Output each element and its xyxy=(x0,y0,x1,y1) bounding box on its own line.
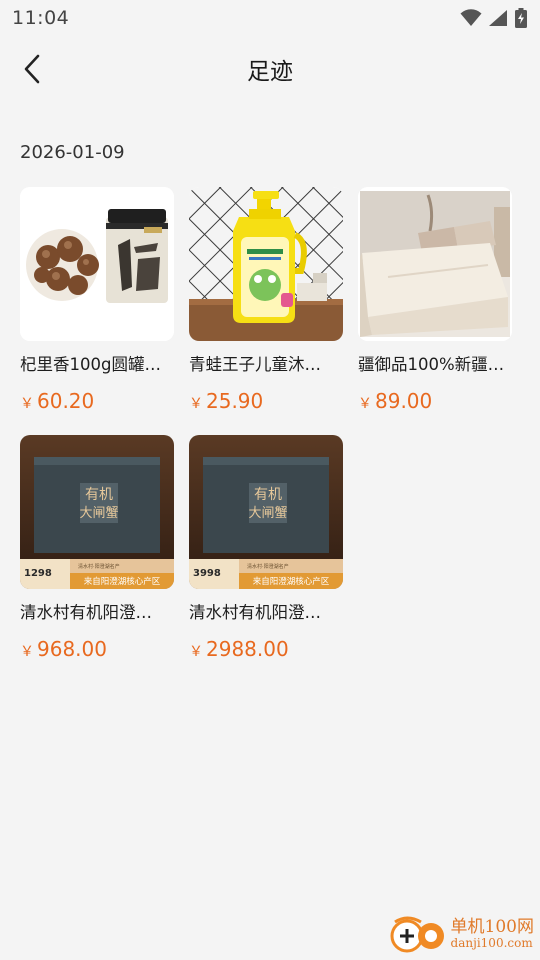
svg-text:有机: 有机 xyxy=(85,487,113,503)
product-name: 疆御品100%新疆… xyxy=(358,355,505,374)
nav-bar: 足迹 xyxy=(0,36,540,102)
chevron-left-icon xyxy=(24,54,40,84)
product-image xyxy=(358,187,512,341)
product-name: 清水村有机阳澄… xyxy=(189,603,321,622)
thumb-sub-line: 清水村·阳澄湖名产 xyxy=(247,563,289,570)
thumb-tag-price: 1298 xyxy=(24,568,52,579)
product-card[interactable]: 疆御品100%新疆… ￥ 89.00 xyxy=(358,187,512,435)
currency-symbol: ￥ xyxy=(20,644,34,660)
thumb-sub-line: 清水村·阳澄湖名产 xyxy=(78,563,120,570)
status-icons xyxy=(460,8,528,28)
price-value: 60.20 xyxy=(37,389,95,413)
currency-symbol: ￥ xyxy=(358,396,372,412)
product-price: ￥ 89.00 xyxy=(358,389,512,413)
svg-text:大闸蟹: 大闸蟹 xyxy=(79,506,118,521)
date-label: 2026-01-09 xyxy=(20,142,125,163)
page-title: 足迹 xyxy=(247,59,293,85)
product-image: 有机 大闸蟹 1298 清水村·阳澄湖名产 来自阳澄湖核心产区 xyxy=(20,435,174,589)
currency-symbol: ￥ xyxy=(189,644,203,660)
product-image xyxy=(20,187,174,341)
watermark: 单机100网 danji100.com xyxy=(387,912,534,956)
watermark-url: danji100.com xyxy=(450,935,533,950)
product-image xyxy=(189,187,343,341)
product-price: ￥ 60.20 xyxy=(20,389,174,413)
product-name: 青蛙王子儿童沐… xyxy=(189,355,321,374)
cellular-signal-icon xyxy=(489,10,507,26)
svg-text:大闸蟹: 大闸蟹 xyxy=(248,506,287,521)
product-name: 清水村有机阳澄… xyxy=(20,603,152,622)
price-value: 968.00 xyxy=(37,637,107,661)
wifi-icon xyxy=(460,9,482,26)
price-value: 2988.00 xyxy=(206,637,289,661)
product-card[interactable]: 有机 大闸蟹 1298 清水村·阳澄湖名产 来自阳澄湖核心产区 清水村有机阳澄…… xyxy=(20,435,174,683)
product-grid: 杞里香100g圆罐… ￥ 60.20 青蛙王子儿童沐… ￥ 25.90 疆御品1… xyxy=(20,187,520,683)
product-price: ￥ 968.00 xyxy=(20,637,174,661)
thumb-tag-price: 3998 xyxy=(193,568,221,579)
svg-text:有机: 有机 xyxy=(254,487,282,503)
currency-symbol: ￥ xyxy=(189,396,203,412)
product-price: ￥ 2988.00 xyxy=(189,637,343,661)
product-card[interactable]: 青蛙王子儿童沐… ￥ 25.90 xyxy=(189,187,343,435)
product-price: ￥ 25.90 xyxy=(189,389,343,413)
back-button[interactable] xyxy=(14,50,50,88)
danji-logo-icon xyxy=(390,916,444,953)
status-bar: 11:04 xyxy=(0,0,540,36)
watermark-title: 单机100网 xyxy=(450,916,534,937)
currency-symbol: ￥ xyxy=(20,396,34,412)
product-card[interactable]: 杞里香100g圆罐… ￥ 60.20 xyxy=(20,187,174,435)
product-name: 杞里香100g圆罐… xyxy=(20,355,161,374)
product-card[interactable]: 有机 大闸蟹 3998 清水村·阳澄湖名产 来自阳澄湖核心产区 清水村有机阳澄…… xyxy=(189,435,343,683)
thumb-banner: 来自阳澄湖核心产区 xyxy=(253,576,330,587)
status-time: 11:04 xyxy=(12,7,70,29)
battery-charging-icon xyxy=(515,8,527,28)
product-image: 有机 大闸蟹 3998 清水村·阳澄湖名产 来自阳澄湖核心产区 xyxy=(189,435,343,589)
thumb-banner: 来自阳澄湖核心产区 xyxy=(84,576,161,587)
price-value: 25.90 xyxy=(206,389,264,413)
price-value: 89.00 xyxy=(375,389,433,413)
